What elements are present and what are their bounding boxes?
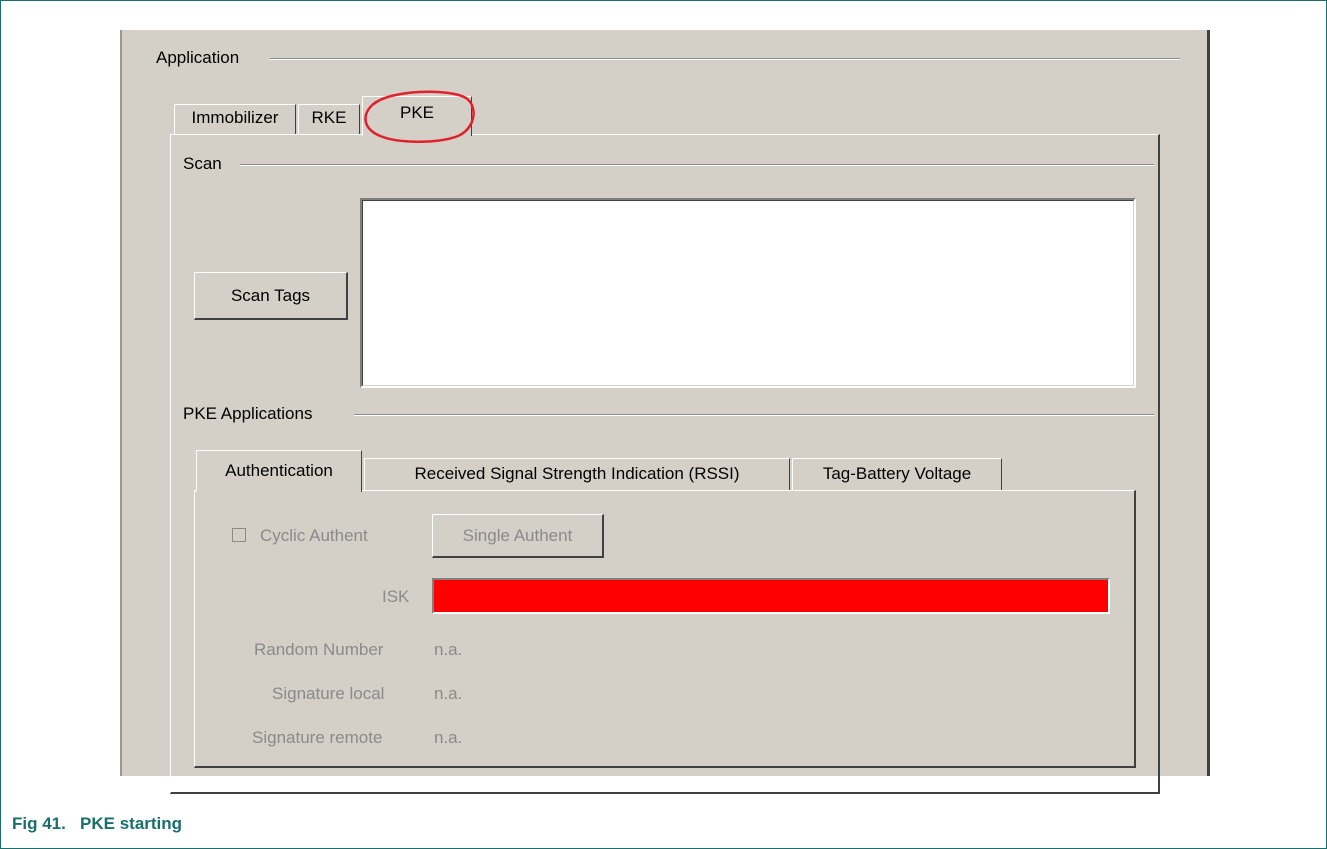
window-left-edge: [120, 30, 122, 776]
tab-authentication[interactable]: Authentication: [196, 450, 362, 492]
cyclic-authent-checkbox[interactable]: [232, 528, 246, 542]
isk-label: ISK: [382, 587, 410, 606]
tab-rke[interactable]: RKE: [298, 104, 360, 134]
pke-applications-group-line: [354, 414, 1154, 416]
tab-rssi[interactable]: Received Signal Strength Indication (RSS…: [364, 458, 790, 490]
cyclic-authent-label: Cyclic Authent: [260, 526, 368, 545]
figure-title: PKE starting: [80, 814, 183, 833]
highlight-circle: [364, 90, 475, 143]
tab-immobilizer[interactable]: Immobilizer: [174, 104, 296, 134]
scan-results-list[interactable]: [360, 198, 1136, 388]
signature-local-label: Signature local: [272, 684, 385, 703]
random-number-label: Random Number: [254, 640, 384, 659]
isk-field[interactable]: [432, 578, 1110, 614]
figure-caption: Fig 41. PKE starting: [12, 814, 182, 834]
tab-tag-battery-voltage[interactable]: Tag-Battery Voltage: [792, 458, 1002, 490]
scan-tags-button[interactable]: Scan Tags: [194, 272, 348, 320]
single-authent-button[interactable]: Single Authent: [432, 514, 604, 558]
pke-applications-group-label: PKE Applications: [183, 404, 313, 423]
signature-remote-value: n.a.: [434, 728, 463, 747]
signature-local-value: n.a.: [434, 684, 463, 703]
application-group-line: [270, 58, 1180, 60]
signature-remote-label: Signature remote: [252, 728, 383, 747]
random-number-value: n.a.: [434, 640, 463, 659]
scan-group-label: Scan: [183, 154, 222, 173]
application-group-label: Application: [156, 48, 240, 67]
window-right-edge: [1207, 30, 1210, 776]
scan-group-line: [240, 164, 1154, 166]
figure-number: Fig 41.: [12, 814, 66, 833]
